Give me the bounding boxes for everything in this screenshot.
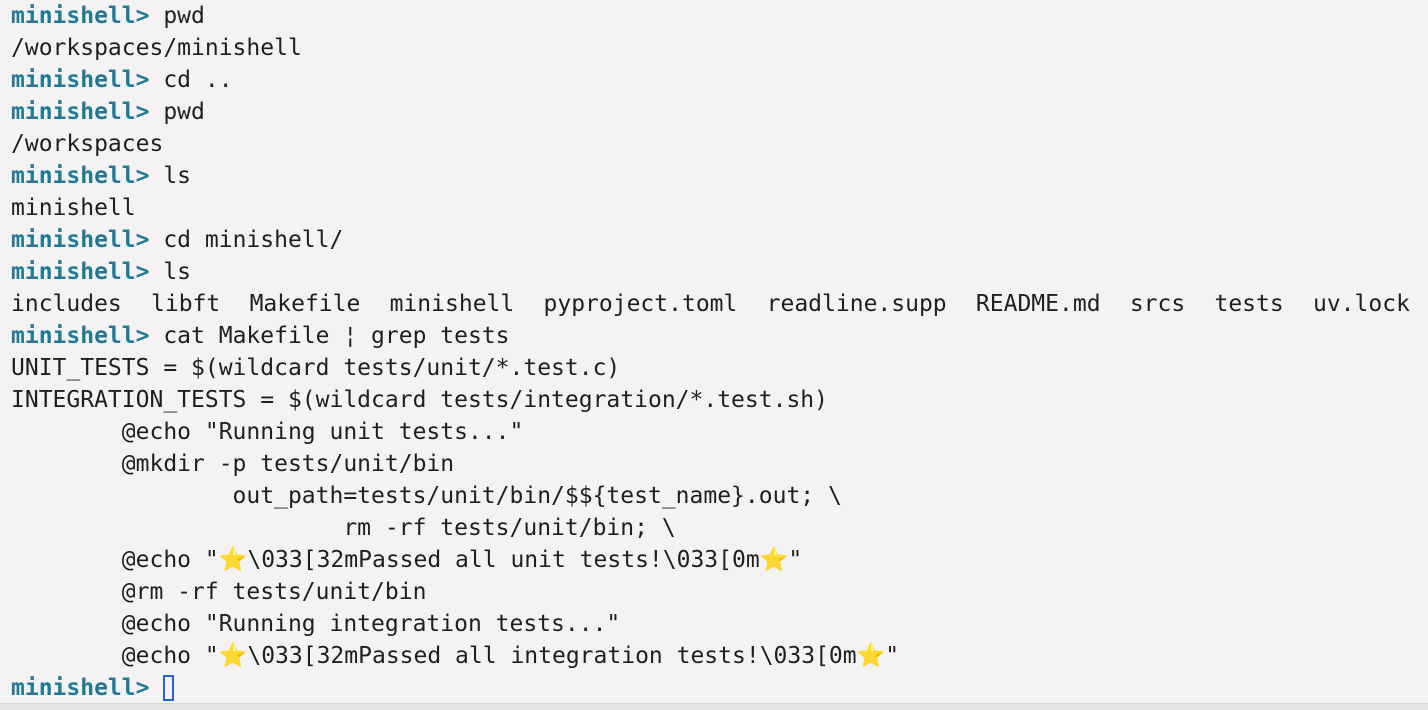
command-text: cd minishell/ (163, 227, 344, 253)
command-line: minishell> pwd (11, 96, 1418, 128)
command-line: minishell> ls (11, 160, 1418, 192)
shell-prompt: minishell> (11, 227, 164, 253)
output-line: @echo "Running integration tests..." (11, 611, 621, 637)
command-text: pwd (163, 99, 205, 125)
ls-entry: minishell (389, 291, 515, 317)
ls-entry: README.md (975, 291, 1101, 317)
command-text: cd .. (163, 67, 233, 93)
output-line: rm -rf tests/unit/bin; \ (11, 515, 676, 541)
output-line: UNIT_TESTS = $(wildcard tests/unit/*.tes… (11, 355, 621, 381)
shell-prompt: minishell> (11, 67, 164, 93)
ls-entry: pyproject.toml (543, 291, 738, 317)
terminal-window[interactable]: minishell> pwd/workspaces/minishell minis… (0, 0, 1428, 710)
output-line: @mkdir -p tests/unit/bin (11, 451, 455, 477)
ls-entry: Makefile (249, 291, 361, 317)
window-bottom-edge (0, 703, 1428, 710)
output-line: @echo "⭐\033[32mPassed all unit tests!\0… (11, 547, 803, 573)
shell-prompt: minishell> (11, 3, 164, 29)
output-line: /workspaces (11, 131, 164, 157)
command-line: minishell> pwd (11, 0, 1418, 32)
ls-entry: srcs (1129, 291, 1186, 317)
output-line: @echo "⭐\033[32mPassed all integration t… (11, 643, 900, 669)
output-line: /workspaces/minishell (11, 35, 302, 61)
ls-entry: includes (11, 291, 122, 317)
command-line: minishell> cd .. (11, 64, 1418, 96)
command-text: pwd (163, 3, 205, 29)
ls-entry: libft (151, 291, 221, 317)
command-text: ls (163, 163, 192, 189)
output-line: minishell (11, 195, 136, 221)
output-line: @rm -rf tests/unit/bin (11, 579, 427, 605)
command-text: cat Makefile ¦ grep tests (163, 323, 510, 349)
text-cursor (163, 675, 175, 701)
output-line: out_path=tests/unit/bin/$${test_name}.ou… (11, 483, 842, 509)
shell-prompt: minishell> (11, 163, 164, 189)
shell-prompt: minishell> (11, 323, 164, 349)
shell-prompt: minishell> (11, 259, 164, 285)
ls-output: includes libft Makefile minishell pyproject.… (11, 288, 1410, 320)
shell-prompt: minishell> (11, 675, 164, 701)
input-line: minishell> (11, 672, 1418, 704)
command-line: minishell> ls (11, 256, 1418, 288)
ls-entry: uv.lock (1312, 291, 1410, 317)
command-line: minishell> cat Makefile ¦ grep tests (11, 320, 1418, 352)
output-line: INTEGRATION_TESTS = $(wildcard tests/int… (11, 387, 828, 413)
command-text: ls (163, 259, 192, 285)
shell-prompt: minishell> (11, 99, 164, 125)
command-line: minishell> cd minishell/ (11, 224, 1418, 256)
ls-entry: tests (1214, 291, 1284, 317)
ls-entry: readline.supp (766, 291, 947, 317)
output-line: @echo "Running unit tests..." (11, 419, 524, 445)
